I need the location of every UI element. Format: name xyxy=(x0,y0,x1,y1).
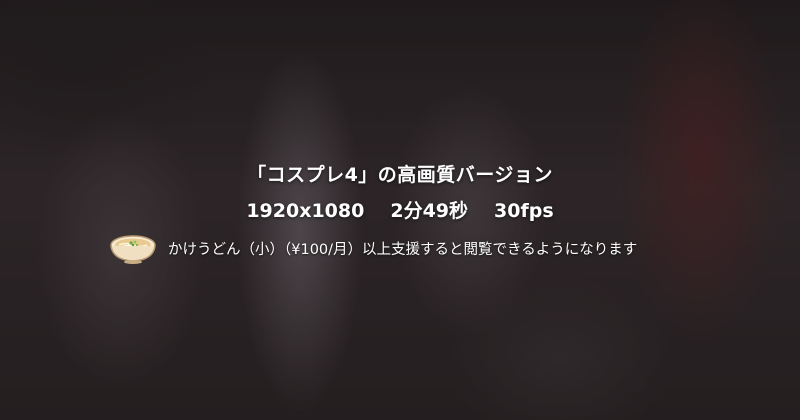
duration-text: 2分49秒 xyxy=(390,200,469,222)
support-notice-text: かけうどん（小）（¥100/月）以上支援すると閲覧できるようになります xyxy=(168,241,638,258)
content-title: 「コスプレ4」の高画質バージョン xyxy=(247,164,553,186)
udon-bowl-icon xyxy=(108,230,158,266)
support-tier-notice: かけうどん（小）（¥100/月）以上支援すると閲覧できるようになります xyxy=(108,228,637,268)
framerate-text: 30fps xyxy=(494,200,554,222)
locked-content-preview: 「コスプレ4」の高画質バージョン 1920x1080 2分49秒 30fps かけう… xyxy=(0,0,800,420)
resolution-text: 1920x1080 xyxy=(246,200,365,222)
content-specs: 1920x1080 2分49秒 30fps xyxy=(0,196,800,223)
